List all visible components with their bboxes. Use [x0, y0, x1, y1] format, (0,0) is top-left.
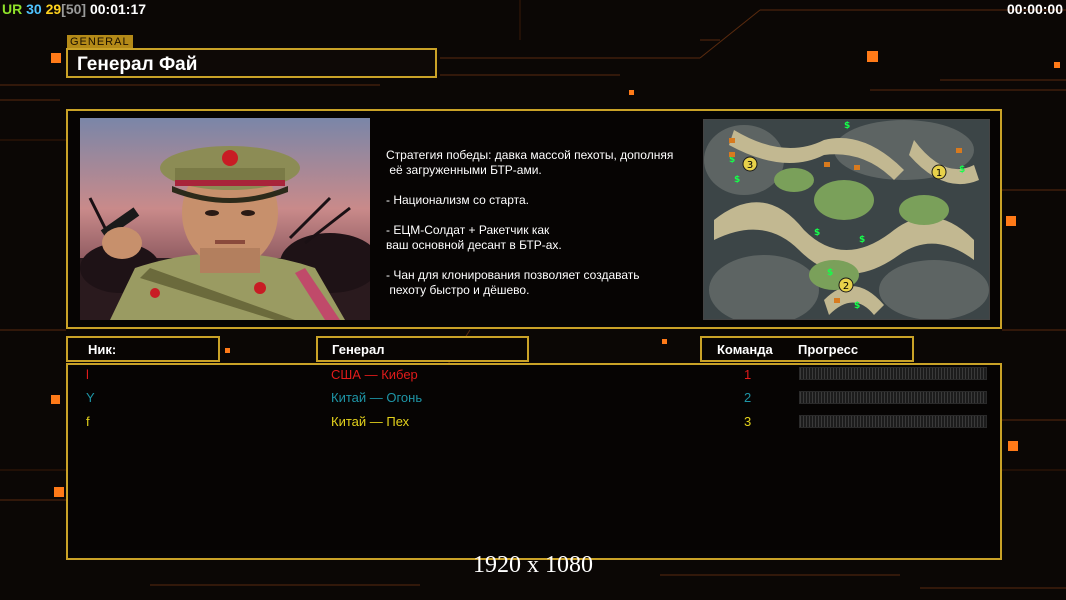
player-team: 1	[744, 367, 752, 382]
nick-header: Ник:	[66, 336, 220, 362]
player-general: США — Кибер	[331, 367, 418, 382]
progress-bar	[799, 367, 987, 380]
player-general: Китай — Пех	[331, 414, 410, 429]
player-nick: f	[86, 414, 90, 429]
general-header: Генерал	[316, 336, 529, 362]
player-nick: l	[86, 367, 89, 382]
team-header-label: Команда	[717, 342, 773, 357]
svg-text:$: $	[959, 165, 965, 175]
decor-square	[867, 51, 878, 62]
decor-square	[54, 487, 64, 497]
svg-text:$: $	[734, 175, 740, 185]
resolution-label: 1920 x 1080	[473, 552, 593, 578]
player-nick: Y	[86, 390, 95, 405]
perf-counter: UR 30 29[50] 00:01:17	[2, 1, 146, 17]
marker-2: 2	[843, 281, 849, 292]
progress-bar	[799, 391, 987, 404]
general-name: Генерал Фай	[77, 54, 198, 75]
team-progress-header: Команда Прогресс	[700, 336, 914, 362]
general-portrait	[80, 118, 370, 320]
general-header-label: Генерал	[332, 342, 385, 357]
marker-1: 1	[936, 168, 942, 179]
decor-square	[1006, 216, 1016, 226]
general-category-tag: GENERAL	[67, 35, 133, 49]
svg-text:$: $	[827, 268, 833, 278]
decor-square	[225, 348, 230, 353]
general-description: Стратегия победы: давка массой пехоты, д…	[386, 148, 674, 297]
ur-label: UR	[2, 1, 23, 17]
marker-3: 3	[747, 160, 753, 171]
right-timer: 00:00:00	[1006, 1, 1063, 17]
decor-square	[1054, 62, 1060, 68]
decor-square	[51, 395, 60, 404]
decor-square	[662, 339, 667, 344]
elapsed-time: 00:01:17	[89, 1, 147, 17]
player-general: Китай — Огонь	[331, 390, 423, 405]
fps-value: 30	[26, 1, 42, 17]
svg-text:$: $	[854, 301, 860, 311]
player-team: 2	[744, 390, 752, 405]
player-team: 3	[744, 414, 752, 429]
svg-text:$: $	[859, 235, 865, 245]
decor-square	[629, 90, 634, 95]
decor-square	[1008, 441, 1018, 451]
general-title-box: Генерал Фай	[66, 48, 437, 78]
svg-text:$: $	[844, 121, 850, 131]
minimap[interactable]: $ $ $ $ $ $ $ $ 1 2 3	[703, 119, 990, 320]
progress-header-label: Прогресс	[798, 342, 859, 357]
decor-square	[51, 53, 61, 63]
progress-bar	[799, 415, 987, 428]
svg-text:$: $	[814, 228, 820, 238]
nick-header-label: Ник:	[88, 342, 117, 357]
logic-value: 29	[45, 1, 62, 17]
logic-cap: [50]	[61, 1, 87, 17]
